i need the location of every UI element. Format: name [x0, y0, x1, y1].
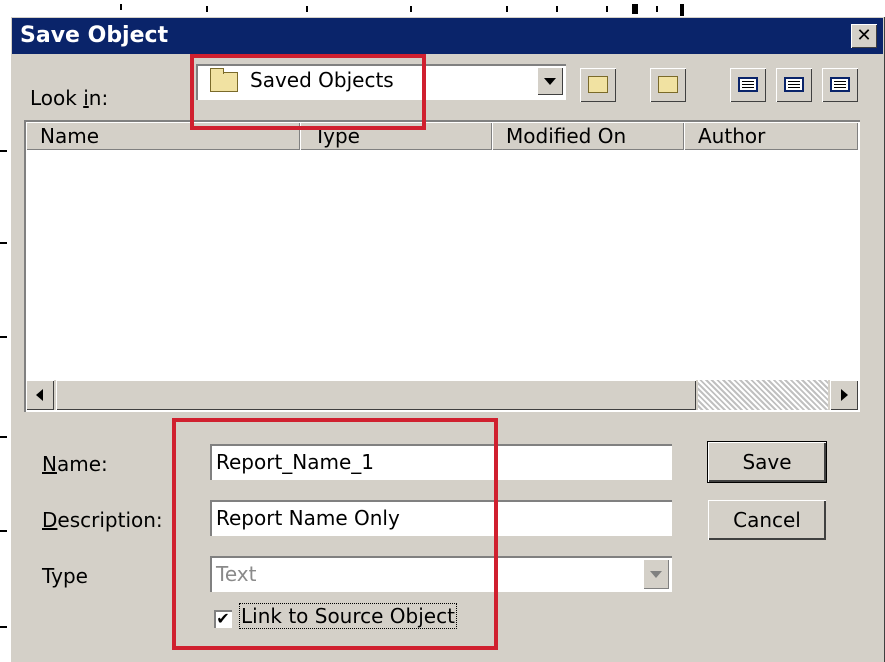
scroll-left-icon[interactable] — [26, 380, 54, 410]
ruler-tick — [410, 6, 412, 12]
name-label: Name: — [42, 452, 108, 476]
dialog-title: Save Object — [20, 23, 169, 48]
chevron-down-icon — [643, 559, 669, 589]
ruler-tick — [632, 4, 638, 14]
cancel-button[interactable]: Cancel — [708, 500, 826, 540]
ruler-tick — [0, 530, 7, 532]
column-header-author[interactable]: Author — [684, 122, 858, 150]
highlight-box-form — [172, 418, 498, 650]
list-view-icon — [738, 77, 758, 92]
close-button[interactable]: ✕ — [851, 24, 877, 48]
ruler-strip — [0, 0, 885, 16]
up-folder-button[interactable] — [580, 68, 616, 102]
details-view-icon — [784, 77, 804, 92]
look-in-label: Look in: — [30, 86, 109, 110]
ruler-tick — [206, 6, 208, 12]
close-icon: ✕ — [856, 25, 872, 46]
title-bar[interactable]: Save Object ✕ — [12, 18, 883, 54]
details-view-button[interactable] — [776, 68, 812, 102]
type-label: Type — [42, 564, 88, 588]
description-label: Description: — [42, 508, 163, 532]
ruler-tick — [0, 626, 7, 628]
ruler-tick — [606, 6, 608, 12]
ruler-tick — [680, 4, 684, 16]
ruler-tick — [120, 4, 122, 10]
ruler-tick — [0, 242, 7, 244]
new-folder-icon — [658, 76, 678, 93]
ruler-tick — [0, 436, 7, 438]
ruler-tick — [556, 6, 558, 12]
column-header-modified[interactable]: Modified On — [492, 122, 684, 150]
file-list[interactable]: Name Type Modified On Author — [24, 120, 860, 412]
ruler-tick — [0, 336, 7, 338]
up-folder-icon — [588, 76, 608, 93]
ruler-tick — [306, 6, 308, 12]
thumbnail-view-icon — [830, 77, 850, 92]
horizontal-scrollbar[interactable] — [26, 380, 858, 410]
scroll-right-icon[interactable] — [830, 380, 858, 410]
list-view-button[interactable] — [730, 68, 766, 102]
ruler-tick — [0, 150, 7, 152]
ruler-tick — [656, 6, 658, 12]
thumbnail-view-button[interactable] — [822, 68, 858, 102]
save-button[interactable]: Save — [708, 442, 826, 482]
new-folder-button[interactable] — [650, 68, 686, 102]
scroll-thumb[interactable] — [56, 380, 696, 410]
scroll-track[interactable] — [698, 380, 828, 410]
highlight-box-look-in — [190, 54, 426, 130]
ruler-tick — [506, 6, 508, 12]
left-ruler — [0, 0, 10, 662]
chevron-down-icon[interactable] — [537, 67, 563, 95]
